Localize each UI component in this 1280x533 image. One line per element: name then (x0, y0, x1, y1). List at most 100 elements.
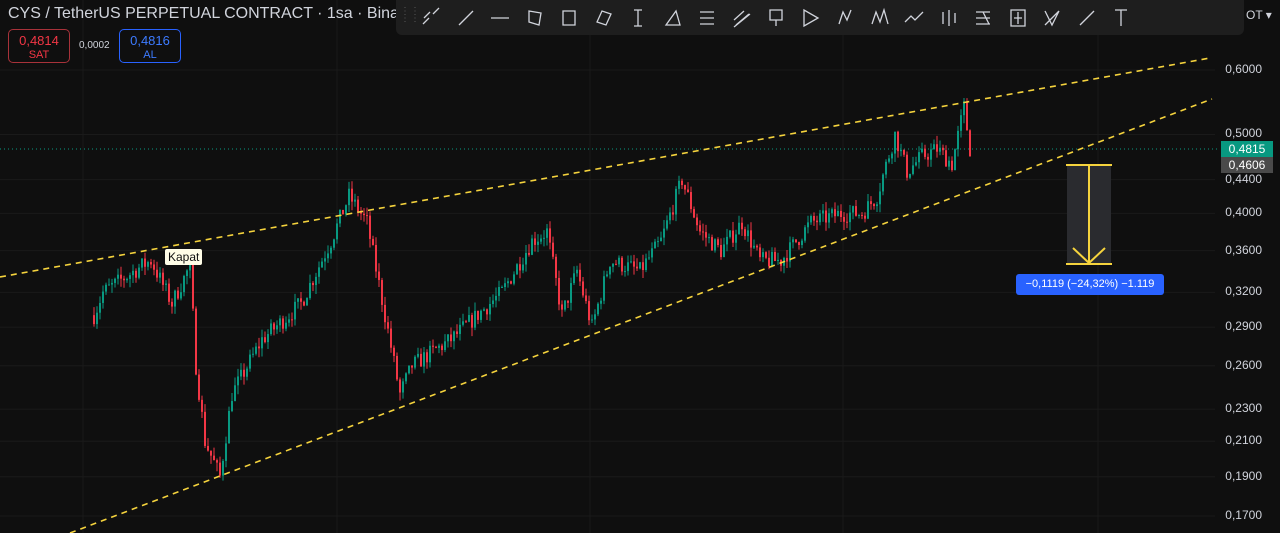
candle-body (759, 247, 761, 258)
candle-body (474, 310, 476, 328)
fib-retracement-icon[interactable] (690, 3, 725, 33)
candle-body (699, 225, 701, 232)
currency-dropdown[interactable]: OT ▾ (1246, 8, 1272, 22)
candle-body (96, 312, 98, 325)
candle-body (864, 215, 866, 219)
long-position-icon[interactable] (1001, 3, 1036, 33)
candle-body (840, 210, 842, 218)
candle-body (531, 238, 533, 255)
candle-body (135, 270, 137, 278)
candle-body (357, 199, 359, 212)
price-range-icon[interactable] (621, 3, 656, 33)
candle-body (750, 230, 752, 248)
close-annotation[interactable]: Kapat (165, 249, 203, 265)
candle-body (831, 209, 833, 214)
candle-body (414, 356, 416, 368)
measure-tool[interactable] (1066, 164, 1112, 265)
candle-body (870, 201, 872, 205)
candle-body (495, 295, 497, 301)
candle-body (213, 455, 215, 461)
price-chart[interactable] (0, 0, 1280, 533)
pitchfork-icon[interactable] (725, 3, 760, 33)
candle-body (333, 239, 335, 248)
candle-body (450, 334, 452, 342)
candle-body (393, 347, 395, 356)
upper-trendline[interactable] (0, 57, 1211, 278)
polygon-icon[interactable] (518, 3, 553, 33)
candle-body (411, 365, 413, 368)
candle-body (777, 259, 779, 262)
y-tick-label: 0,5000 (1225, 126, 1262, 141)
candle-body (483, 309, 485, 311)
candle-body (231, 401, 233, 411)
candle-body (201, 399, 203, 412)
elliott-wave-icon[interactable] (863, 3, 898, 33)
gann-fan-icon[interactable] (794, 3, 829, 33)
candle-body (126, 278, 128, 281)
candle-body (606, 274, 608, 277)
candle-body (843, 217, 845, 222)
buy-button[interactable]: 0,4816 AL (119, 29, 181, 63)
xabcd-pattern-icon[interactable] (828, 3, 863, 33)
candle-body (537, 241, 539, 245)
candle-body (852, 206, 854, 213)
candle-body (378, 271, 380, 281)
candle-body (621, 257, 623, 272)
candle-body (288, 319, 290, 323)
candles-icon[interactable] (932, 3, 967, 33)
triangle-icon[interactable] (656, 3, 691, 33)
candle-body (246, 368, 248, 377)
candle-body (162, 272, 164, 285)
candle-body (588, 301, 590, 321)
path-icon[interactable] (897, 3, 932, 33)
candle-body (765, 252, 767, 258)
candle-body (342, 209, 344, 215)
trend-line-pair-icon[interactable] (414, 3, 449, 33)
candle-body (348, 188, 350, 206)
fib-extension-icon[interactable] (966, 3, 1001, 33)
candle-body (903, 149, 905, 155)
text-icon[interactable] (1104, 3, 1139, 33)
candle-body (561, 304, 563, 310)
y-tick-label: 0,4000 (1225, 205, 1262, 220)
sell-button[interactable]: 0,4814 SAT (8, 29, 70, 63)
candle-body (630, 261, 632, 263)
candle-body (354, 199, 356, 202)
price-label-icon[interactable] (759, 3, 794, 33)
candle-body (657, 241, 659, 243)
candle-body (681, 180, 683, 186)
candle-body (957, 130, 959, 150)
candle-body (756, 245, 758, 248)
candle-body (267, 334, 269, 343)
candle-body (516, 264, 518, 275)
candle-body (429, 345, 431, 363)
candle-body (744, 229, 746, 237)
drag-handle-icon[interactable]: ⋮⋮ ⋮⋮ (400, 6, 420, 28)
candle-body (114, 278, 116, 283)
y-tick-label: 0,3600 (1225, 242, 1262, 257)
candle-body (297, 298, 299, 302)
candle-body (816, 220, 818, 223)
candle-body (948, 160, 950, 167)
candle-body (894, 131, 896, 154)
candle-body (915, 162, 917, 166)
trend-line-icon[interactable] (449, 3, 484, 33)
ray-icon[interactable] (1070, 3, 1105, 33)
candle-body (408, 365, 410, 374)
parallel-channel-icon[interactable] (587, 3, 622, 33)
candle-body (798, 242, 800, 245)
candle-body (444, 341, 446, 351)
sell-price: 0,4814 (19, 33, 59, 48)
candle-body (237, 376, 239, 386)
candle-body (966, 101, 968, 131)
candle-body (351, 188, 353, 202)
lower-trendline[interactable] (69, 98, 1213, 533)
horizontal-ray-icon[interactable] (483, 3, 518, 33)
candle-body (567, 300, 569, 303)
cypher-pattern-icon[interactable] (1035, 3, 1070, 33)
candle-body (336, 223, 338, 240)
spread: 0,0002 (79, 40, 110, 51)
candle-body (309, 282, 311, 299)
candle-body (954, 149, 956, 171)
rectangle-icon[interactable] (552, 3, 587, 33)
